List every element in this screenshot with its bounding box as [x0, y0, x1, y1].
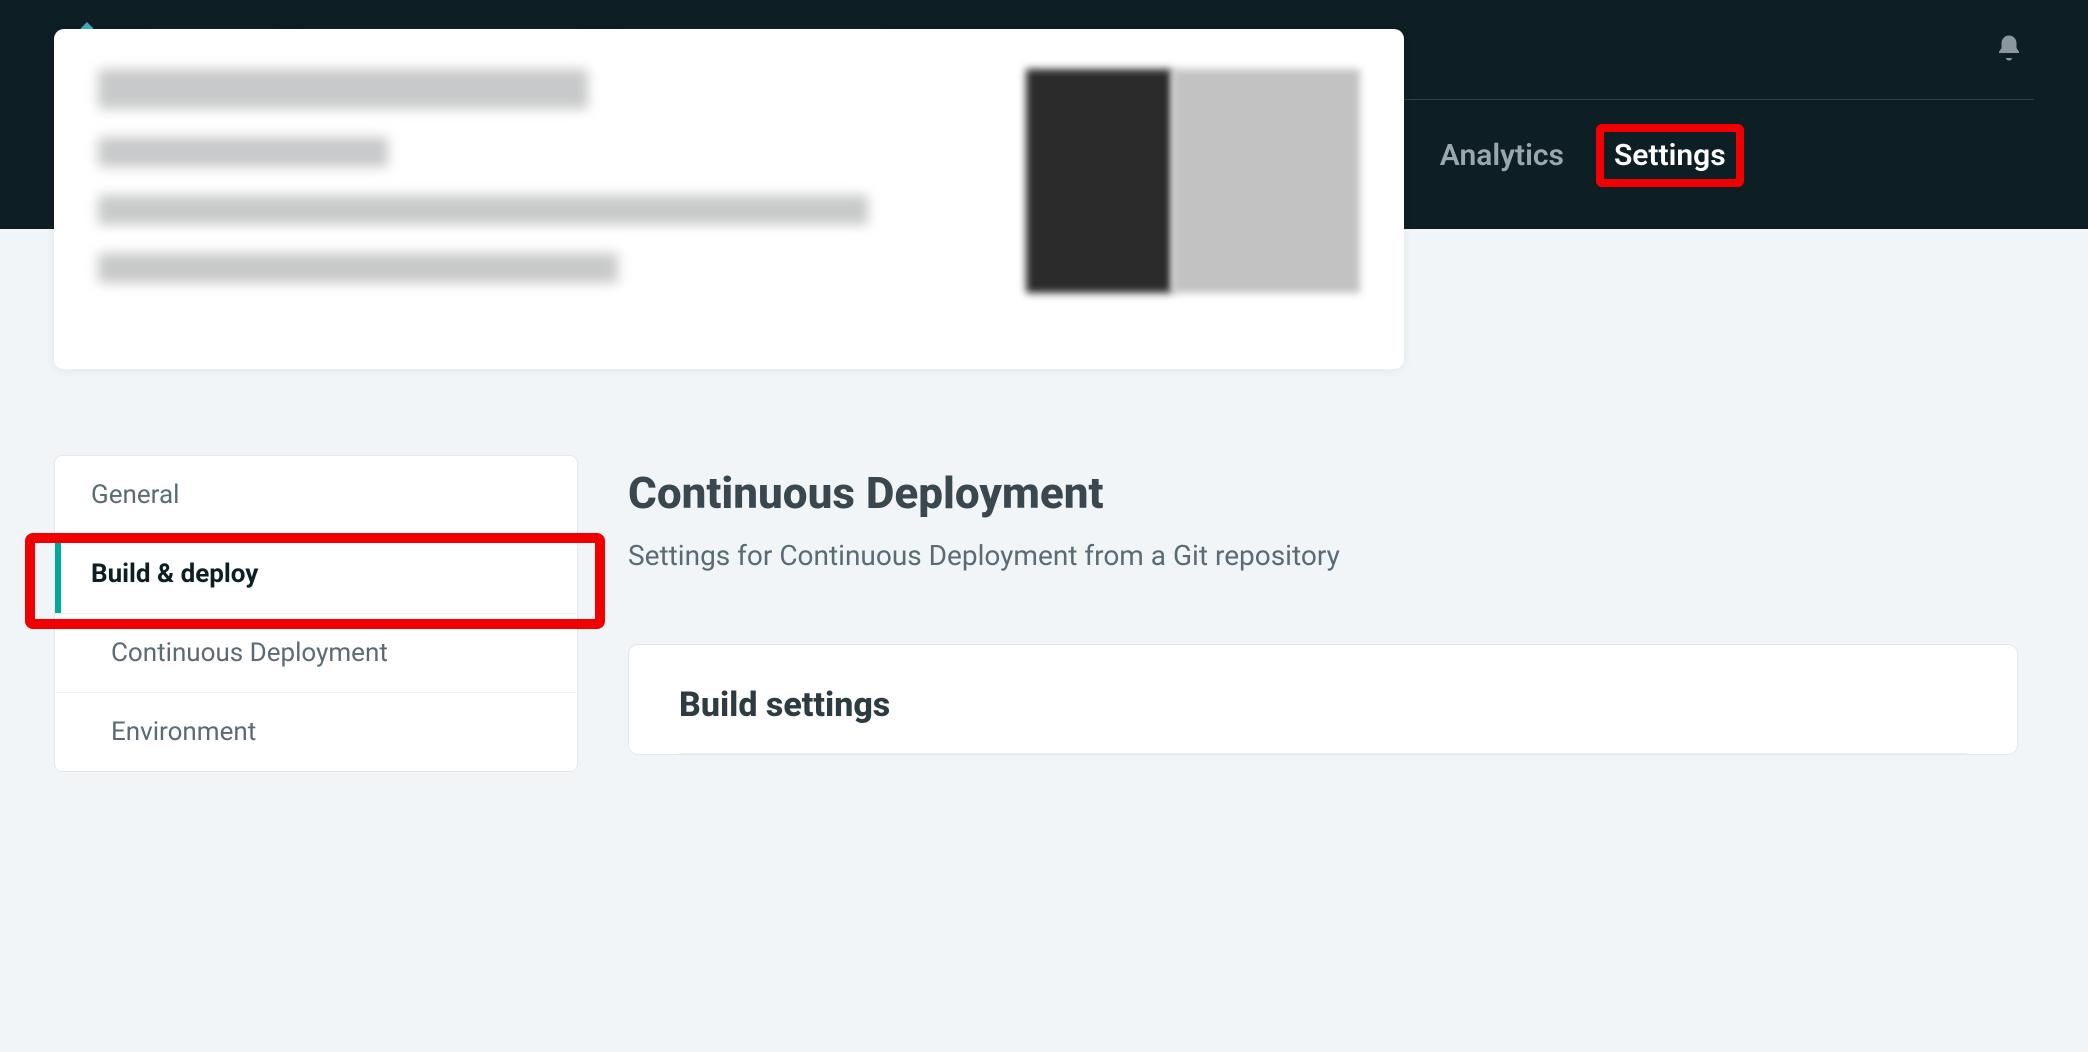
- sidebar-item-general[interactable]: General: [55, 456, 577, 535]
- page-title: Continuous Deployment: [628, 467, 2034, 519]
- sidebar-item-continuous-deployment[interactable]: Continuous Deployment: [55, 614, 577, 693]
- settings-main: Continuous Deployment Settings for Conti…: [628, 455, 2034, 755]
- build-settings-card: Build settings: [628, 644, 2018, 755]
- settings-content-row: General Build & deploy Continuous Deploy…: [54, 455, 2034, 772]
- page-body: General Build & deploy Continuous Deploy…: [0, 29, 2088, 772]
- site-summary-text-redacted: [98, 69, 986, 329]
- settings-sidebar: General Build & deploy Continuous Deploy…: [54, 455, 578, 772]
- sidebar-item-environment[interactable]: Environment: [55, 693, 577, 771]
- site-thumbnail-redacted: [1026, 69, 1360, 293]
- site-summary-card: [54, 29, 1404, 369]
- page-subtitle: Settings for Continuous Deployment from …: [628, 539, 2034, 572]
- sidebar-item-build-deploy[interactable]: Build & deploy: [55, 535, 577, 614]
- build-settings-heading: Build settings: [679, 685, 1967, 754]
